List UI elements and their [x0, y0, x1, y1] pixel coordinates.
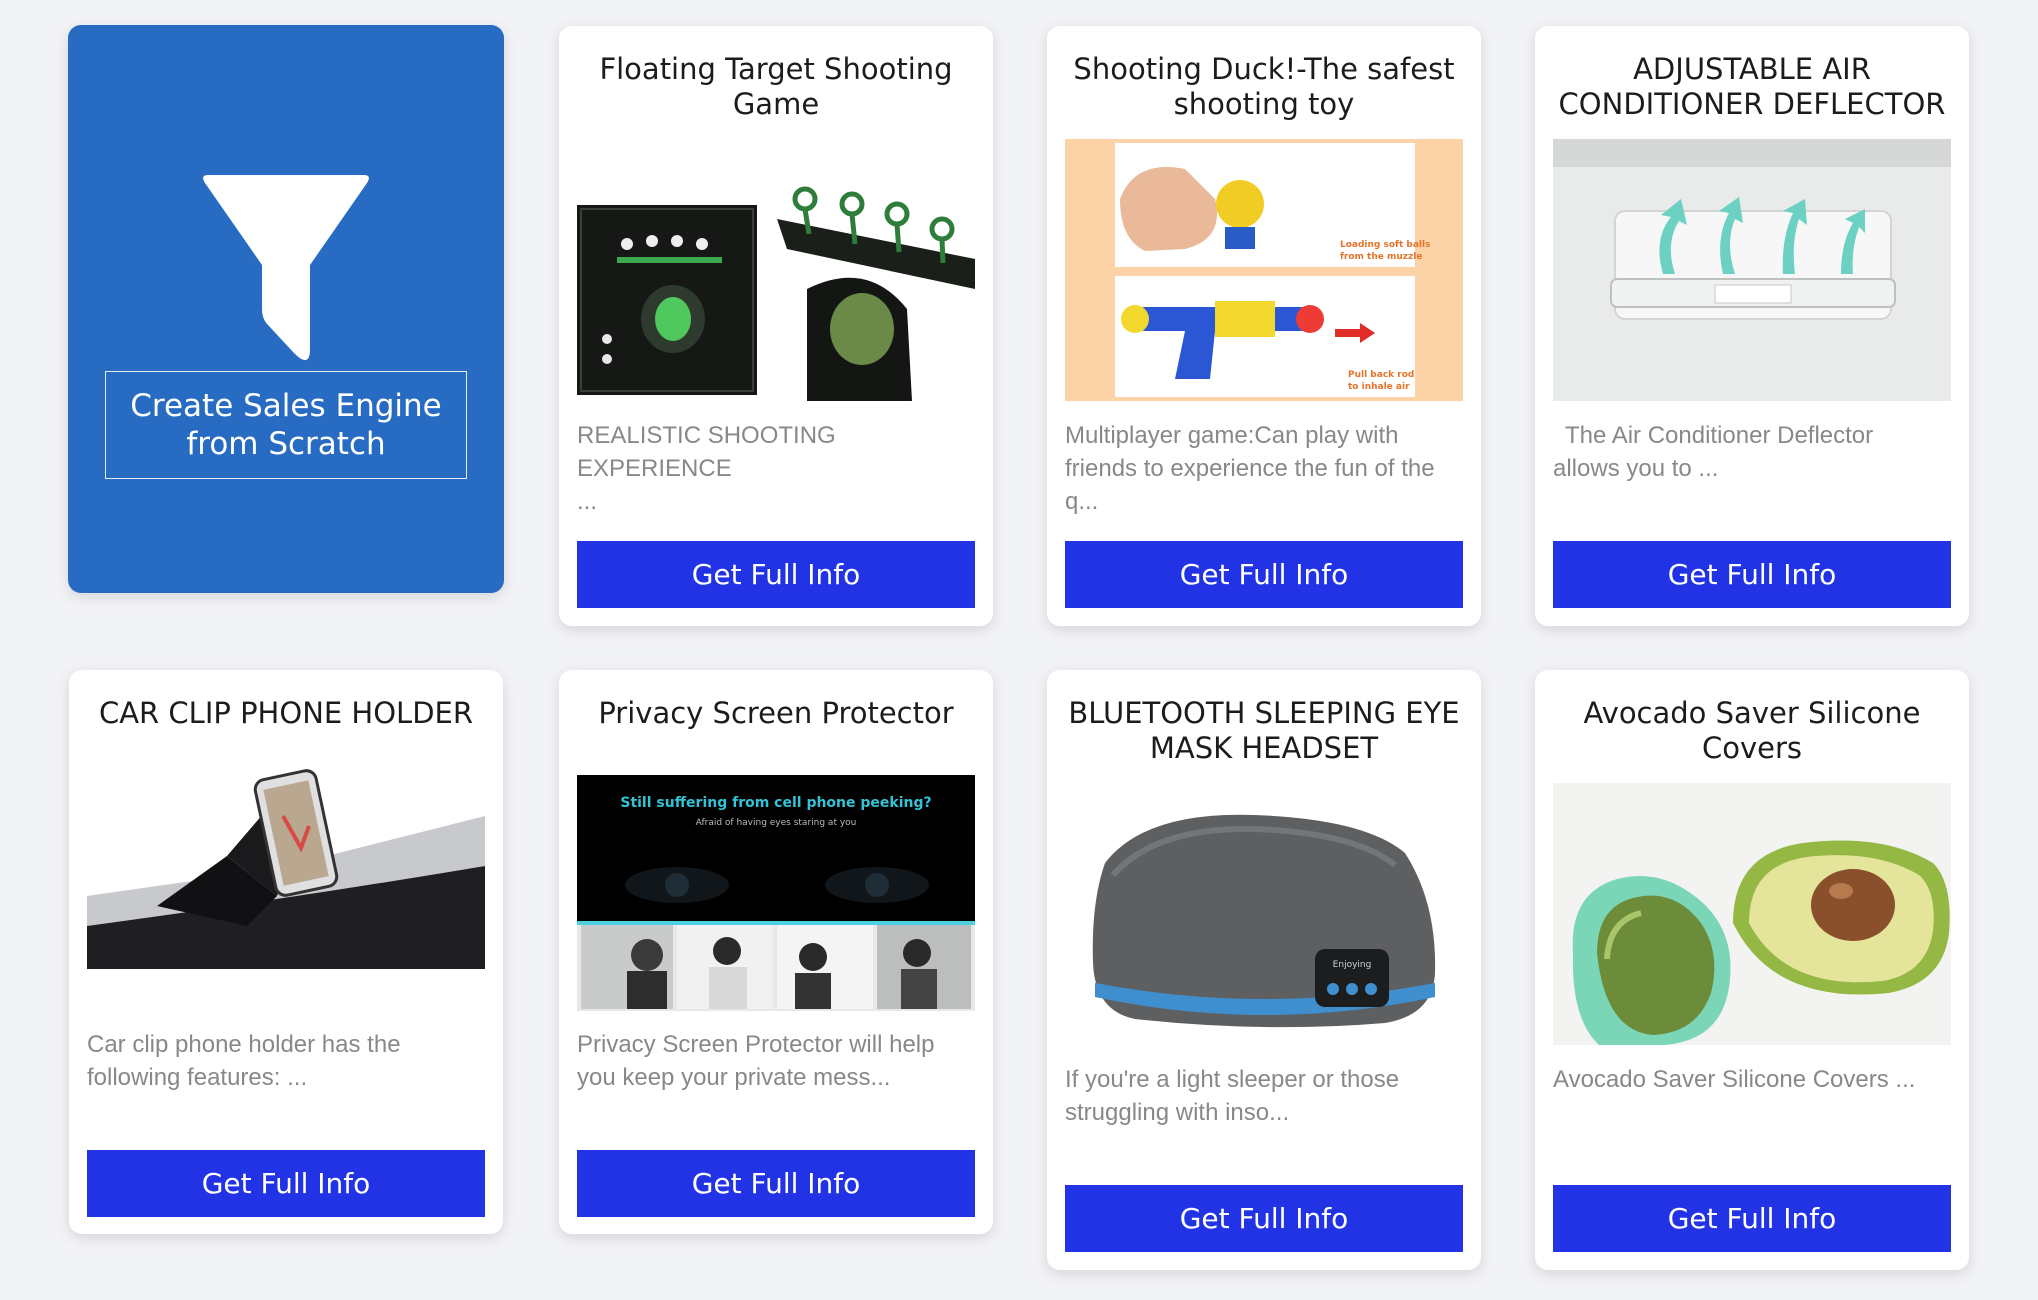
privacy-screen-illustration: Still suffering from cell phone peeking?…	[577, 775, 975, 1011]
duck-image-caption-2b: to inhale air	[1348, 382, 1410, 392]
shooting-duck-illustration: Loading soft balls from the muzzle Pull …	[1065, 139, 1463, 401]
product-desc-line1: Multiplayer game:Can play with	[1065, 422, 1399, 449]
product-description: Avocado Saver Silicone Covers ...	[1553, 1063, 1951, 1096]
product-desc-line1: Car clip phone holder has the	[87, 1031, 401, 1058]
product-desc-line1: The Air Conditioner Deflector	[1565, 422, 1874, 449]
floating-target-illustration	[577, 139, 975, 401]
get-full-info-button[interactable]: Get Full Info	[577, 541, 975, 608]
eye-mask-image-badge: Enjoying	[1333, 960, 1372, 970]
product-desc-line1: Avocado Saver Silicone Covers ...	[1553, 1066, 1916, 1093]
duck-image-caption-2a: Pull back rod	[1348, 370, 1414, 380]
create-button-line2: from Scratch	[186, 426, 386, 462]
product-card-privacy-screen: Privacy Screen Protector Still suffering…	[559, 670, 993, 1234]
product-image[interactable]: Still suffering from cell phone peeking?…	[577, 775, 975, 1011]
create-button-line1: Create Sales Engine	[130, 388, 442, 424]
product-desc-line2: allows you to ...	[1553, 455, 1719, 482]
product-title-line1: Privacy Screen Protector	[598, 696, 954, 730]
product-title: Avocado Saver Silicone Covers	[1553, 696, 1951, 766]
create-sales-engine-button[interactable]: Create Sales Engine from Scratch	[105, 371, 467, 479]
product-image[interactable]: Loading soft balls from the muzzle Pull …	[1065, 139, 1463, 401]
product-title-line2: Covers	[1701, 731, 1803, 765]
eye-mask-illustration: Enjoying	[1065, 783, 1463, 1045]
privacy-image-headline: Still suffering from cell phone peeking?	[620, 795, 931, 811]
get-full-info-button[interactable]: Get Full Info	[577, 1150, 975, 1217]
product-grid: Create Sales Engine from Scratch Floatin…	[0, 0, 2038, 1300]
avocado-saver-illustration	[1553, 783, 1951, 1045]
product-card-ac-deflector: ADJUSTABLE AIR CONDITIONER DEFLECTOR The…	[1535, 26, 1969, 626]
funnel-icon	[203, 175, 369, 361]
product-title-line1: ADJUSTABLE AIR	[1633, 52, 1871, 86]
product-title-line2: Game	[732, 87, 820, 121]
duck-image-caption-1b: from the muzzle	[1340, 252, 1422, 262]
product-title: Shooting Duck!-The safest shooting toy	[1065, 52, 1463, 122]
product-desc-line3: q...	[1065, 488, 1099, 515]
get-full-info-button[interactable]: Get Full Info	[87, 1150, 485, 1217]
product-title: ADJUSTABLE AIR CONDITIONER DEFLECTOR	[1553, 52, 1951, 122]
product-image[interactable]	[87, 756, 485, 969]
product-title: Privacy Screen Protector	[577, 696, 975, 731]
get-full-info-button[interactable]: Get Full Info	[1553, 1185, 1951, 1252]
product-desc-line2: ...	[577, 488, 598, 515]
get-full-info-button[interactable]: Get Full Info	[1065, 541, 1463, 608]
product-desc-line2: friends to experience the fun of the	[1065, 455, 1435, 482]
product-desc-line2: you keep your private mess...	[577, 1064, 891, 1091]
product-title-line1: Shooting Duck!-The safest	[1073, 52, 1455, 86]
product-card-eye-mask: BLUETOOTH SLEEPING EYE MASK HEADSET Enjo…	[1047, 670, 1481, 1270]
product-description: REALISTIC SHOOTING EXPERIENCE ...	[577, 419, 975, 518]
get-full-info-button[interactable]: Get Full Info	[1065, 1185, 1463, 1252]
product-title-line1: BLUETOOTH SLEEPING EYE	[1068, 696, 1460, 730]
product-title-line2: CONDITIONER DEFLECTOR	[1558, 87, 1946, 121]
product-desc-line2: following features: ...	[87, 1064, 308, 1091]
product-image[interactable]	[577, 139, 975, 401]
product-description: Multiplayer game:Can play with friends t…	[1065, 419, 1463, 518]
product-image[interactable]	[1553, 783, 1951, 1045]
product-description: Car clip phone holder has the following …	[87, 1028, 485, 1094]
product-title: Floating Target Shooting Game	[577, 52, 975, 122]
product-card-shooting-duck: Shooting Duck!-The safest shooting toy L…	[1047, 26, 1481, 626]
product-description: If you're a light sleeper or those strug…	[1065, 1063, 1463, 1129]
product-desc-line1: If you're a light sleeper or those	[1065, 1066, 1400, 1093]
car-clip-illustration	[87, 756, 485, 969]
product-title-line1: Avocado Saver Silicone	[1583, 696, 1921, 730]
create-sales-engine-card[interactable]: Create Sales Engine from Scratch	[68, 25, 504, 593]
privacy-image-subline: Afraid of having eyes staring at you	[696, 818, 857, 828]
product-title-line2: shooting toy	[1173, 87, 1355, 121]
product-title-line1: CAR CLIP PHONE HOLDER	[98, 696, 474, 730]
product-description: The Air Conditioner Deflector allows you…	[1553, 419, 1951, 485]
get-full-info-button[interactable]: Get Full Info	[1553, 541, 1951, 608]
ac-deflector-illustration	[1553, 139, 1951, 401]
product-title: BLUETOOTH SLEEPING EYE MASK HEADSET	[1065, 696, 1463, 766]
product-card-car-clip: CAR CLIP PHONE HOLDER Car clip phone hol…	[69, 670, 503, 1234]
product-image[interactable]	[1553, 139, 1951, 401]
product-desc-line1: Privacy Screen Protector will help	[577, 1031, 935, 1058]
product-description: Privacy Screen Protector will help you k…	[577, 1028, 975, 1094]
product-desc-line2: struggling with inso...	[1065, 1099, 1290, 1126]
product-title-line2: MASK HEADSET	[1149, 731, 1379, 765]
product-title: CAR CLIP PHONE HOLDER	[87, 696, 485, 731]
product-card-floating-target: Floating Target Shooting Game REALISTIC …	[559, 26, 993, 626]
product-desc-line1: REALISTIC SHOOTING EXPERIENCE	[577, 422, 836, 482]
product-title-line1: Floating Target Shooting	[599, 52, 953, 86]
product-card-avocado-saver: Avocado Saver Silicone Covers Avocado Sa…	[1535, 670, 1969, 1270]
duck-image-caption-1a: Loading soft balls	[1340, 240, 1430, 250]
product-image[interactable]: Enjoying	[1065, 783, 1463, 1045]
